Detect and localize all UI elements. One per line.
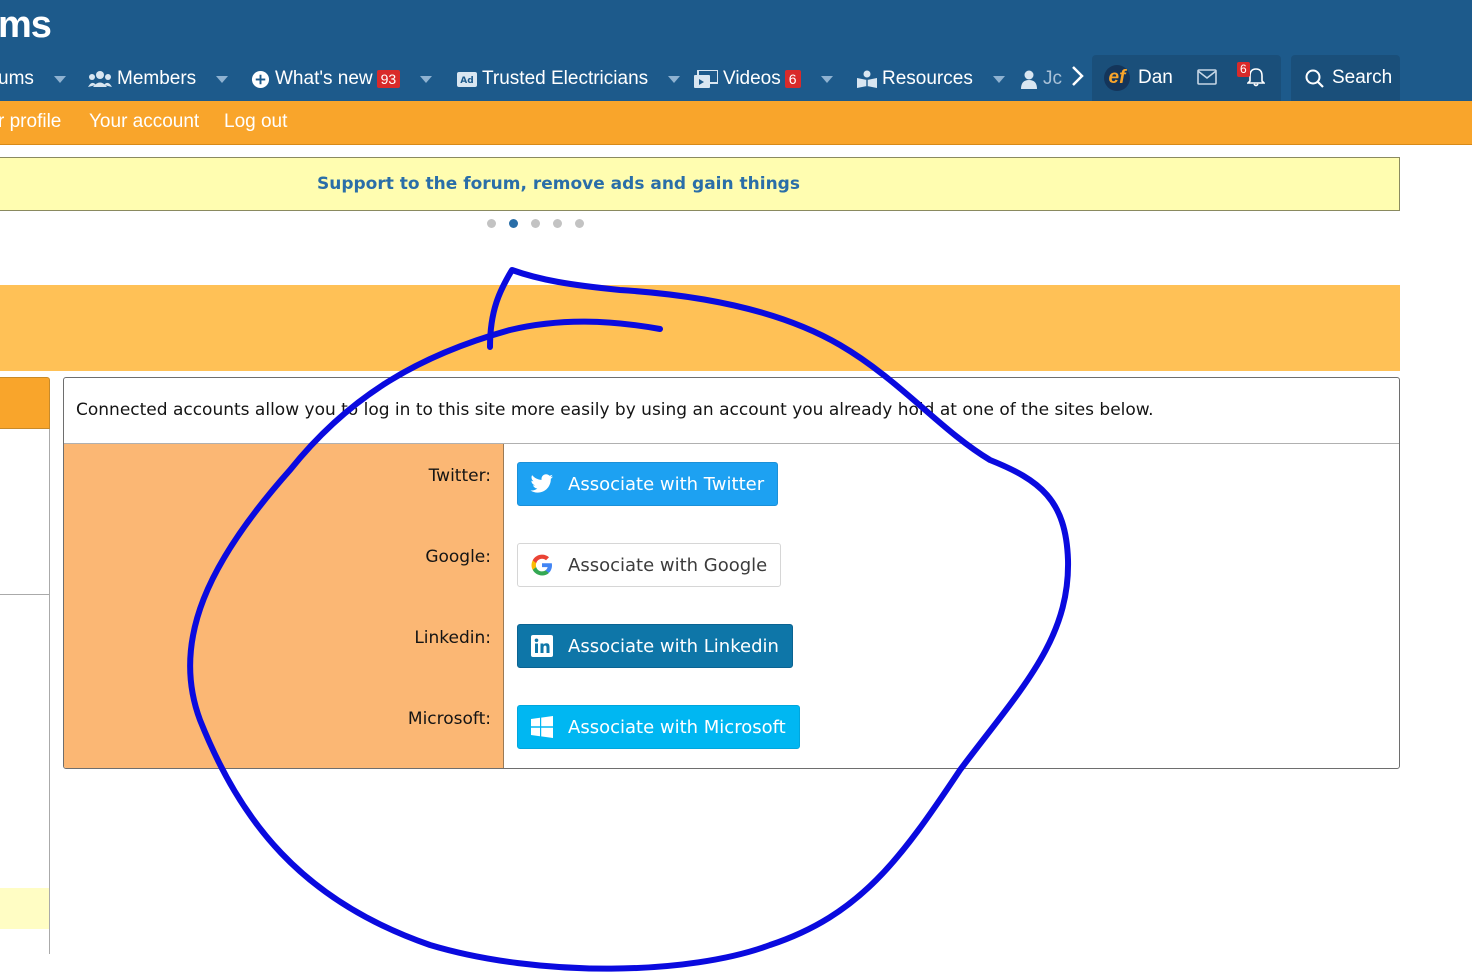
nav-whats-new-label: What's new	[275, 68, 373, 89]
videos-icon	[694, 70, 718, 88]
page-title-bar	[0, 285, 1400, 371]
pager-dot[interactable]	[531, 219, 540, 228]
chevron-right-icon[interactable]	[1070, 65, 1084, 93]
nav-videos[interactable]: Videos 6	[694, 64, 833, 94]
alerts-badge: 6	[1237, 62, 1250, 77]
associate-twitter-label: Associate with Twitter	[568, 473, 765, 495]
search-button[interactable]: Search	[1291, 55, 1400, 101]
nav-members-label: Members	[117, 68, 197, 89]
nav-forums[interactable]: ums	[0, 64, 66, 94]
account-link[interactable]: ef Dan	[1104, 65, 1173, 91]
associate-google-button[interactable]: Associate with Google	[517, 543, 782, 587]
chevron-down-icon[interactable]	[992, 75, 1005, 83]
associate-linkedin-label: Associate with Linkedin	[568, 635, 779, 657]
avatar-text: ef	[1108, 67, 1126, 88]
label-google: Google:	[425, 547, 491, 567]
avatar: ef	[1104, 65, 1130, 91]
notice-link[interactable]: Support to the forum, remove ads and gai…	[317, 174, 800, 194]
svg-text:Ad: Ad	[460, 76, 473, 86]
search-icon	[1305, 69, 1324, 88]
twitter-icon	[530, 472, 554, 496]
alerts-icon[interactable]	[1246, 67, 1266, 91]
google-icon	[530, 553, 554, 577]
ad-icon: Ad	[457, 71, 477, 87]
associate-microsoft-label: Associate with Microsoft	[568, 716, 786, 738]
account-subnav: r profile Your account Log out	[0, 101, 1472, 145]
chevron-down-icon[interactable]	[420, 75, 433, 83]
sidebar-border	[49, 429, 50, 954]
search-label: Search	[1332, 67, 1393, 88]
sidebar-header	[0, 377, 50, 429]
intro-text: Connected accounts allow you to log in t…	[76, 400, 1154, 420]
sidebar-item-highlight[interactable]	[0, 888, 49, 929]
sidebar-divider	[0, 594, 49, 595]
label-twitter: Twitter:	[428, 466, 491, 486]
videos-badge: 6	[784, 70, 801, 88]
associate-linkedin-button[interactable]: Associate with Linkedin	[517, 624, 793, 668]
site-header: ms ums Members What's new 93 Ad Trusted …	[0, 0, 1472, 101]
nav-jobs-label: Jc	[1043, 68, 1062, 89]
notice-pager	[487, 219, 584, 228]
subnav-log-out[interactable]: Log out	[224, 111, 287, 133]
notice-banner: Support to the forum, remove ads and gai…	[0, 157, 1400, 211]
subnav-your-profile[interactable]: r profile	[0, 111, 61, 133]
associate-twitter-button[interactable]: Associate with Twitter	[517, 462, 779, 506]
connected-accounts-block: Connected accounts allow you to log in t…	[63, 377, 1400, 769]
nav-trusted-electricians[interactable]: Ad Trusted Electricians	[457, 64, 681, 94]
site-logo[interactable]: ms	[0, 2, 52, 48]
account-bar: ef Dan 6	[1092, 55, 1281, 101]
subnav-your-account[interactable]: Your account	[89, 111, 199, 133]
whats-new-badge: 93	[376, 70, 401, 88]
nav-jobs[interactable]: Jc	[1020, 64, 1062, 94]
connected-accounts-intro: Connected accounts allow you to log in t…	[64, 378, 1399, 444]
chevron-down-icon[interactable]	[53, 75, 66, 83]
nav-forums-label: ums	[0, 68, 34, 89]
members-icon	[88, 70, 112, 88]
pager-dot[interactable]	[487, 219, 496, 228]
nav-members[interactable]: Members	[88, 64, 229, 94]
user-icon	[1020, 70, 1038, 89]
pager-dot[interactable]	[553, 219, 562, 228]
label-linkedin: Linkedin:	[414, 628, 491, 648]
inbox-icon[interactable]	[1197, 69, 1217, 89]
nav-trusted-electricians-label: Trusted Electricians	[482, 68, 649, 89]
associate-google-label: Associate with Google	[568, 554, 768, 576]
chevron-down-icon[interactable]	[820, 75, 833, 83]
microsoft-icon	[530, 715, 554, 739]
resources-icon	[857, 70, 877, 88]
pager-dot[interactable]	[575, 219, 584, 228]
nav-resources-label: Resources	[882, 68, 973, 89]
user-name: Dan	[1138, 67, 1173, 88]
associate-microsoft-button[interactable]: Associate with Microsoft	[517, 705, 800, 749]
label-microsoft: Microsoft:	[407, 709, 491, 729]
nav-whats-new[interactable]: What's new 93	[251, 64, 433, 94]
chevron-down-icon[interactable]	[668, 75, 681, 83]
provider-labels-column: Twitter: Google: Linkedin: Microsoft:	[64, 444, 504, 768]
chevron-down-icon[interactable]	[216, 75, 229, 83]
nav-resources[interactable]: Resources	[857, 64, 1005, 94]
nav-scroll-right[interactable]	[1070, 64, 1084, 94]
pager-dot-active[interactable]	[509, 219, 518, 228]
linkedin-icon	[530, 634, 554, 658]
plus-circle-icon	[251, 70, 270, 89]
nav-videos-label: Videos	[723, 68, 781, 89]
